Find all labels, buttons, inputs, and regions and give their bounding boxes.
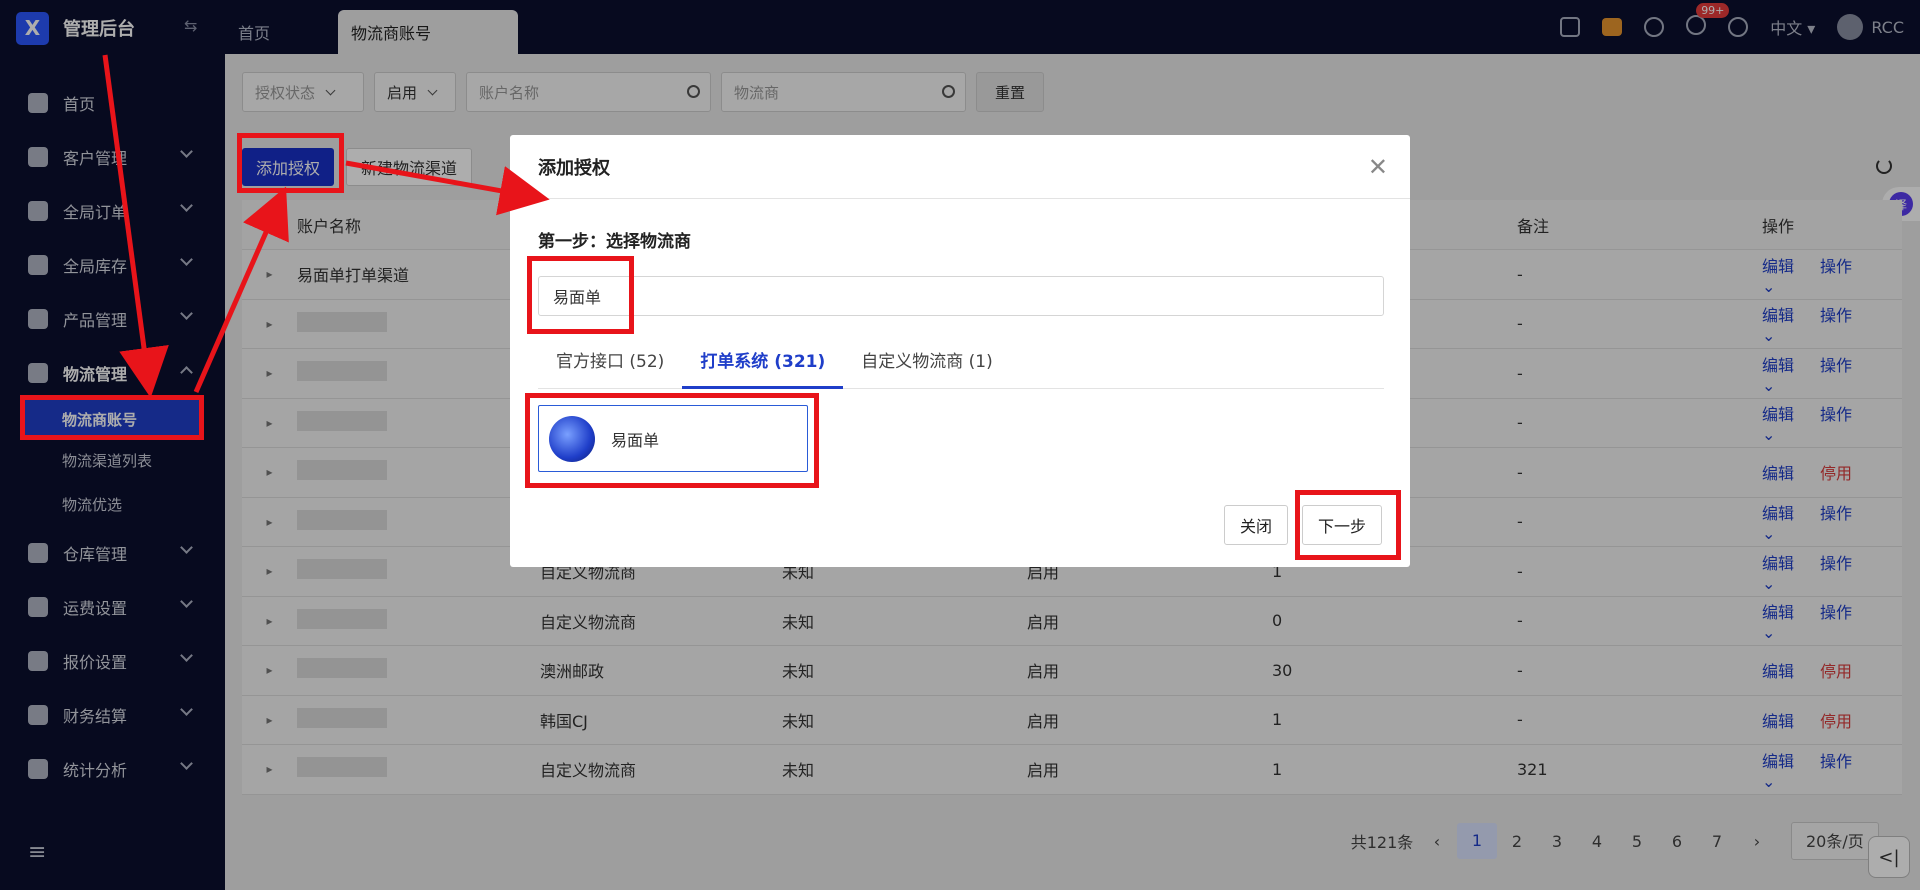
tab-print-system[interactable]: 打单系统 (321): [682, 347, 844, 389]
annotation-box: [20, 395, 204, 440]
annotation-box: [1295, 490, 1401, 560]
carrier-tabs: 官方接口 (52) 打单系统 (321) 自定义物流商 (1): [538, 347, 1384, 389]
carrier-search-input[interactable]: 易面单: [538, 276, 1384, 316]
annotation-box: [527, 256, 634, 334]
add-auth-modal: 添加授权 ✕ 第一步：选择物流商 易面单 官方接口 (52) 打单系统 (321…: [510, 135, 1410, 567]
modal-title: 添加授权: [510, 135, 1410, 199]
annotation-box: [525, 393, 819, 488]
close-icon[interactable]: ✕: [1368, 153, 1388, 181]
tab-official-api[interactable]: 官方接口 (52): [538, 347, 682, 389]
annotation-box: [237, 133, 344, 193]
tab-custom-carrier[interactable]: 自定义物流商 (1): [843, 347, 1010, 389]
close-button[interactable]: 关闭: [1223, 505, 1288, 545]
step-title: 第一步：选择物流商: [538, 232, 691, 252]
